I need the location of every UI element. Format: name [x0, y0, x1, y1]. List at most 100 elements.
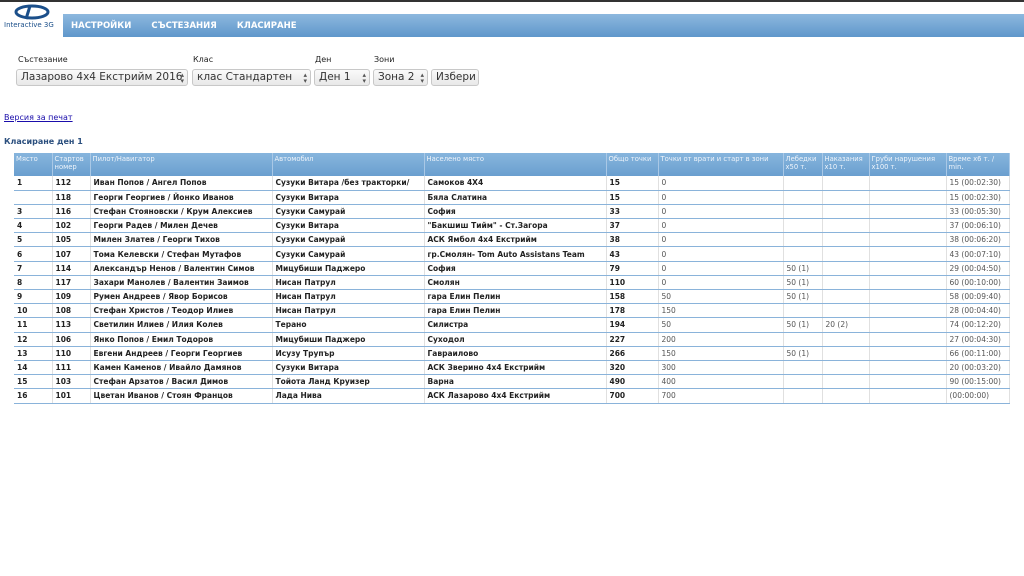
table-cell: [822, 218, 870, 234]
table-cell: Терано: [272, 317, 425, 333]
zones-select[interactable]: Зона 2 ▴ ▾: [373, 69, 428, 86]
table-cell: [822, 374, 870, 390]
table-cell: 7: [14, 261, 53, 276]
table-cell: Захари Манолев / Валентин Заимов: [90, 275, 273, 291]
table-cell: [822, 303, 870, 319]
table-cell: Стефан Стояновски / Крум Алексиев: [90, 204, 273, 220]
competition-select[interactable]: Лазарово 4x4 Екстрийм 2016 ▴ ▾: [16, 69, 188, 86]
table-row: 4 102 Георги Радев / Милен Дечев Сузуки Вит…: [14, 218, 1010, 234]
logo[interactable]: Interactive 3G: [4, 4, 60, 34]
competition-label: Състезание: [18, 55, 68, 64]
table-cell: 114: [52, 261, 91, 276]
table-cell: 0: [658, 218, 784, 234]
table-cell: Самоков 4X4: [424, 176, 607, 191]
table-cell: 29 (00:04:50): [946, 261, 1010, 276]
table-cell: 33: [606, 204, 659, 220]
table-cell: [822, 289, 870, 305]
table-cell: 50: [658, 289, 784, 305]
table-cell: 110: [606, 275, 659, 291]
table-cell: [783, 246, 823, 262]
table-cell: [783, 360, 823, 376]
table-cell: [869, 218, 947, 234]
column-header: Пилот/Навигатор: [90, 153, 273, 176]
select-arrows-icon: ▴ ▾: [180, 71, 184, 85]
table-cell: 101: [52, 388, 91, 404]
table-cell: 6: [14, 246, 53, 262]
table-row: 11 113 Светилин Илиев / Илия Колев Терано Си…: [14, 317, 1010, 333]
table-cell: 27 (00:04:30): [946, 332, 1010, 347]
table-cell: 16: [14, 388, 53, 404]
table-cell: [783, 204, 823, 220]
table-cell: 11: [14, 317, 53, 333]
table-cell: 400: [658, 374, 784, 390]
table-cell: [869, 204, 947, 220]
table-cell: 0: [658, 246, 784, 262]
logo-text: Interactive 3G: [4, 21, 54, 29]
table-cell: [822, 261, 870, 276]
nav-settings[interactable]: НАСТРОЙКИ: [71, 21, 131, 31]
table-cell: Сузуки Витара /без тракторки/: [272, 176, 425, 191]
table-cell: 33 (00:05:30): [946, 204, 1010, 220]
print-version-link[interactable]: Версия за печат: [4, 113, 73, 122]
nav-competitions[interactable]: СЪСТЕЗАНИЯ: [151, 21, 216, 31]
table-cell: Гавраилово: [424, 346, 607, 361]
zones-value: Зона 2: [378, 71, 415, 83]
table-cell: 200: [658, 332, 784, 347]
table-cell: Мицубиши Паджеро: [272, 261, 425, 276]
select-arrows-icon: ▴ ▾: [420, 71, 424, 85]
table-row: 9 109 Румен Андреев / Явор Борисов Нисан Па…: [14, 289, 1010, 305]
table-cell: Цветан Иванов / Стоян Францов: [90, 388, 273, 404]
table-cell: 43: [606, 246, 659, 262]
table-cell: 0: [658, 261, 784, 276]
table-cell: 111: [52, 360, 91, 376]
table-cell: 0: [658, 176, 784, 191]
table-cell: 58 (00:09:40): [946, 289, 1010, 305]
table-cell: [869, 346, 947, 361]
class-select[interactable]: клас Стандартен ▴ ▾: [192, 69, 311, 86]
table-row: 12 106 Янко Попов / Емил Тодоров Мицубиши П…: [14, 332, 1010, 347]
table-cell: АСК Ямбол 4x4 Екстрийм: [424, 232, 607, 248]
table-cell: Камен Каменов / Ивайло Дамянов: [90, 360, 273, 376]
table-cell: Александър Ненов / Валентин Симов: [90, 261, 273, 276]
table-cell: 15 (00:02:30): [946, 190, 1010, 205]
day-select[interactable]: Ден 1 ▴ ▾: [314, 69, 370, 86]
table-row: 10 108 Стефан Христов / Теодор Илиев Нисан …: [14, 303, 1010, 319]
column-header: Точки от врати и старт в зони: [658, 153, 784, 176]
table-cell: Иван Попов / Ангел Попов: [90, 176, 273, 191]
table-cell: Смолян: [424, 275, 607, 291]
table-cell: [783, 303, 823, 319]
table-cell: 38 (00:06:20): [946, 232, 1010, 248]
column-header: Стартов номер: [52, 153, 91, 176]
table-cell: [869, 303, 947, 319]
table-cell: 74 (00:12:20): [946, 317, 1010, 333]
table-cell: Янко Попов / Емил Тодоров: [90, 332, 273, 347]
table-cell: Сузуки Витара: [272, 190, 425, 205]
logo-icon: [14, 4, 50, 20]
table-cell: [869, 317, 947, 333]
table-cell: Стефан Христов / Теодор Илиев: [90, 303, 273, 319]
competition-value: Лазарово 4x4 Екстрийм 2016: [21, 71, 183, 83]
table-cell: 15: [14, 374, 53, 390]
table-cell: 38: [606, 232, 659, 248]
table-cell: 9: [14, 289, 53, 305]
table-cell: 150: [658, 346, 784, 361]
column-header: Автомобил: [272, 153, 425, 176]
table-cell: Лада Нива: [272, 388, 425, 404]
day-label: Ден: [315, 55, 332, 64]
table-cell: 20 (2): [822, 317, 870, 333]
main-nav: НАСТРОЙКИ СЪСТЕЗАНИЯ КЛАСИРАНЕ: [63, 14, 1024, 37]
table-cell: [869, 289, 947, 305]
table-cell: Бяла Слатина: [424, 190, 607, 205]
nav-rankings[interactable]: КЛАСИРАНЕ: [237, 21, 297, 31]
table-cell: 113: [52, 317, 91, 333]
table-cell: 700: [606, 388, 659, 404]
table-cell: 300: [658, 360, 784, 376]
table-cell: 50: [658, 317, 784, 333]
table-cell: [783, 232, 823, 248]
submit-button[interactable]: Избери: [431, 69, 479, 86]
table-cell: [783, 176, 823, 191]
table-cell: 66 (00:11:00): [946, 346, 1010, 361]
table-cell: 117: [52, 275, 91, 291]
table-cell: Светилин Илиев / Илия Колев: [90, 317, 273, 333]
table-cell: [822, 275, 870, 291]
